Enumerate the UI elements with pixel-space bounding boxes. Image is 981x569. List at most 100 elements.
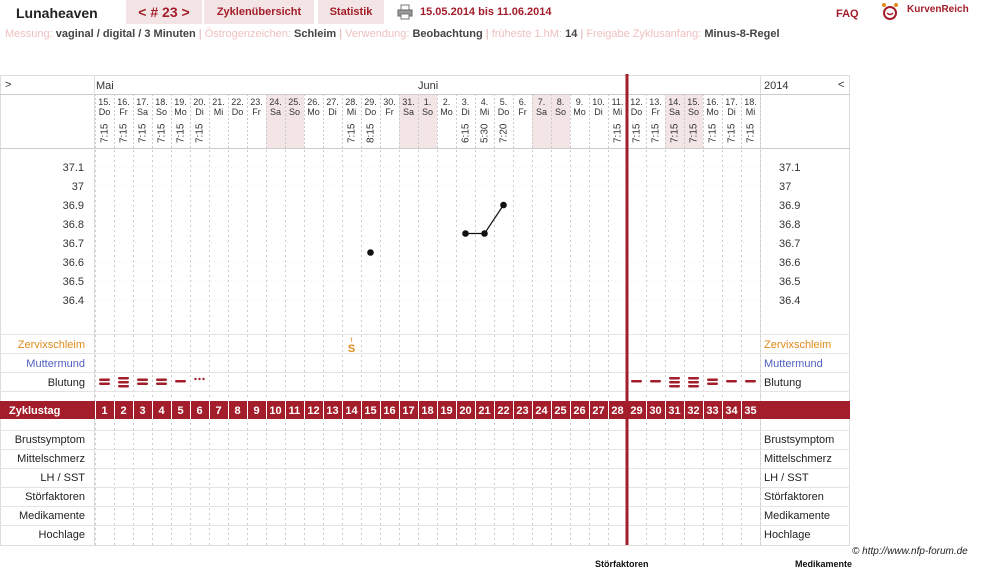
scroll-left-arrow[interactable]: > [5,79,11,91]
temperature-point [462,230,469,237]
day-weekday: Mo [706,107,719,117]
bleeding-mark [156,382,167,385]
row-label-symptom: Brustsymptom [15,434,85,446]
cycle-chart: > <2014Mai Juni15.Do7:1516.Fr7:1517.Sa7:15… [0,74,850,546]
temp-axis-label-left: 36.8 [63,219,84,231]
day-weekday: Sa [403,107,414,117]
day-date: 3. [462,97,470,107]
footer-legend-stoerfaktoren: Störfaktoren [595,559,649,569]
temp-axis-label-right: 36.6 [779,257,800,269]
measurement-time: 7:15 [670,123,681,143]
copyright[interactable]: © http://www.nfp-forum.de [852,546,968,557]
day-date: 27. [326,97,339,107]
row-label-symptom-right: LH / SST [764,472,809,484]
bleeding-mark [669,377,680,380]
bleeding-mark [688,377,699,380]
cycle-day-number: 28 [611,405,623,417]
cycle-day-number: 8 [234,405,240,417]
bleeding-mark [745,380,756,383]
day-weekday: Sa [669,107,680,117]
cycle-day-number: 33 [706,405,718,417]
day-weekday: Di [594,107,603,117]
cycle-day-number: 21 [478,405,490,417]
day-weekday: So [289,107,300,117]
day-weekday: Fr [651,107,660,117]
day-date: 17. [136,97,149,107]
bleeding-mark [99,382,110,385]
row-label-muttermund: Muttermund [26,358,85,370]
cycle-day-number: 16 [383,405,395,417]
temperature-point [481,230,488,237]
temp-axis-label-right: 36.8 [779,219,800,231]
day-date: 19. [174,97,187,107]
temperature-curve [484,204,504,234]
day-date: 2. [443,97,451,107]
day-date: 25. [288,97,301,107]
day-date: 4. [481,97,489,107]
day-date: 31. [402,97,415,107]
cycle-day-number: 18 [421,405,433,417]
measurement-time: 7:15 [708,123,719,143]
cycle-day-number: 20 [459,405,471,417]
day-weekday: Di [461,107,470,117]
day-date: 24. [269,97,282,107]
day-date: 29. [364,97,377,107]
day-weekday: Mo [573,107,586,117]
temp-axis-label-left: 37.1 [63,162,84,174]
temp-axis-label-right: 37 [779,181,791,193]
cycle-day-number: 11 [289,405,301,417]
measurement-time: 7:15 [119,123,130,143]
measurement-time: 7:15 [651,123,662,143]
row-label-zervixschleim-right: Zervixschleim [764,339,831,351]
footer-legend-medikamente: Medikamente [795,559,853,569]
day-date: 30. [383,97,396,107]
bleeding-mark [118,377,129,380]
measurement-time: 7:15 [632,123,643,143]
cycle-day-number: 30 [649,405,661,417]
spotting-dot [198,377,201,381]
cycle-day-number: 29 [630,405,642,417]
row-label-symptom-right: Störfaktoren [764,491,824,503]
temp-axis-label-left: 36.6 [63,257,84,269]
row-label-blutung: Blutung [48,377,85,389]
bleeding-mark [707,378,718,381]
day-date: 7. [538,97,546,107]
day-date: 8. [557,97,565,107]
day-weekday: Mi [347,107,357,117]
measurement-time: 8:15 [366,123,377,143]
row-label-symptom-right: Mittelschmerz [764,453,832,465]
measurement-time: 7:15 [138,123,149,143]
cycle-day-number: 23 [516,405,528,417]
cycle-day-number: 5 [177,405,183,417]
scroll-right-arrow[interactable]: < [838,79,844,91]
day-date: 16. [117,97,130,107]
day-weekday: So [688,107,699,117]
temp-axis-label-left: 37 [72,181,84,193]
day-weekday: Mo [307,107,320,117]
day-weekday: Sa [270,107,281,117]
temp-axis-label-left: 36.9 [63,200,84,212]
day-weekday: Sa [536,107,547,117]
day-date: 26. [307,97,320,107]
cycle-day-number: 19 [440,405,452,417]
day-weekday: Di [328,107,337,117]
measurement-time: 7:15 [727,123,738,143]
day-weekday: Do [232,107,244,117]
measurement-time: 7:20 [499,123,510,143]
row-label-symptom: Hochlage [39,529,85,541]
cycle-day-number: 24 [535,405,548,417]
row-label-symptom-right: Hochlage [764,529,810,541]
day-date: 21. [212,97,225,107]
day-weekday: So [156,107,167,117]
cycle-day-number: 32 [687,405,699,417]
bleeding-mark [631,380,642,383]
month-label: Mai [96,80,114,92]
temperature-point [367,249,374,256]
row-label-muttermund-right: Muttermund [764,358,823,370]
day-date: 9. [576,97,584,107]
measurement-time: 7:15 [100,123,111,143]
day-date: 22. [231,97,244,107]
day-date: 18. [744,97,757,107]
day-weekday: Do [631,107,643,117]
measurement-time: 7:15 [689,123,700,143]
